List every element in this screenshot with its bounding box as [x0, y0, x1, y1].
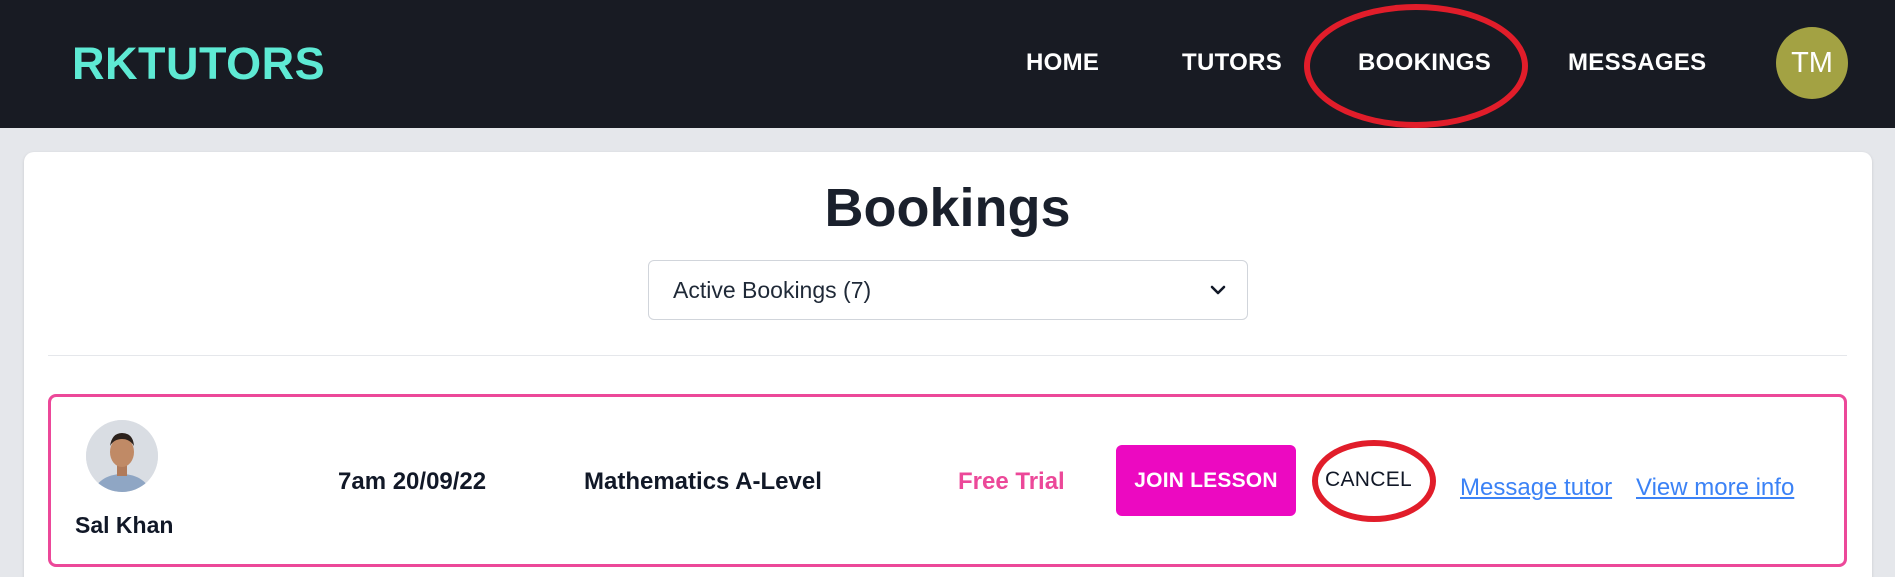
booking-subject: Mathematics A-Level — [584, 468, 822, 495]
user-avatar[interactable]: TM — [1776, 27, 1848, 99]
bookings-filter-value: Active Bookings (7) — [673, 277, 872, 303]
message-tutor-link[interactable]: Message tutor — [1460, 472, 1612, 504]
booking-type-badge: Free Trial — [958, 468, 1065, 495]
booking-datetime: 7am 20/09/22 — [338, 468, 487, 495]
top-navbar: RKTUTORS HOME TUTORS BOOKINGS MESSAGES T… — [0, 0, 1895, 128]
bookings-filter-select[interactable]: Active Bookings (7) — [648, 260, 1248, 320]
nav-messages[interactable]: MESSAGES — [1568, 46, 1706, 80]
tutor-name: Sal Khan — [75, 512, 174, 538]
cancel-booking-button[interactable]: CANCEL — [1325, 465, 1412, 495]
chevron-down-icon — [1210, 285, 1226, 295]
tutor-photo-icon — [86, 420, 158, 492]
nav-home[interactable]: HOME — [1026, 46, 1099, 80]
join-lesson-button[interactable]: JOIN LESSON — [1116, 445, 1296, 516]
nav-tutors[interactable]: TUTORS — [1182, 46, 1282, 80]
section-divider — [48, 355, 1847, 356]
nav-bookings[interactable]: BOOKINGS — [1358, 46, 1491, 80]
tutor-avatar — [86, 420, 158, 492]
page-title: Bookings — [824, 178, 1071, 238]
view-more-info-link[interactable]: View more info — [1636, 472, 1794, 504]
brand-logo[interactable]: RKTUTORS — [72, 36, 325, 92]
